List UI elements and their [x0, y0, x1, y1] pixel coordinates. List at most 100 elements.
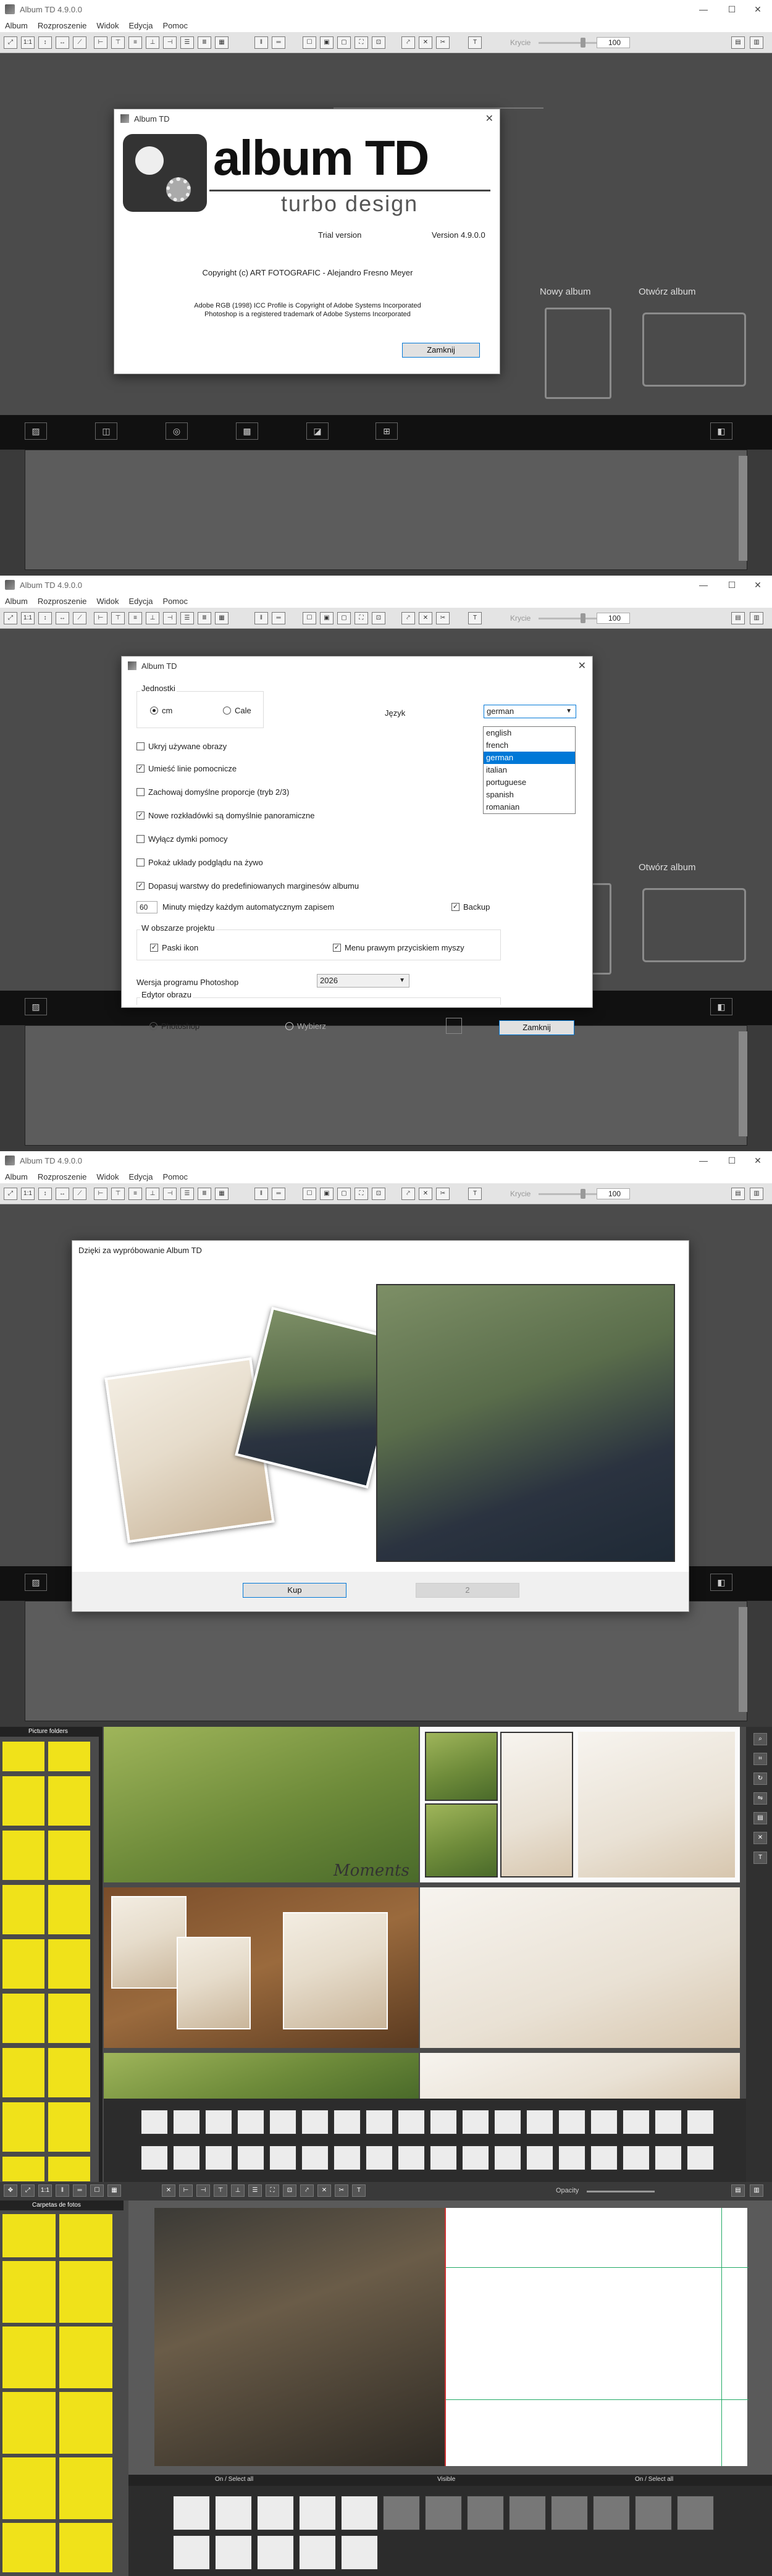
- main-photo[interactable]: [154, 2208, 445, 2466]
- menu-edit[interactable]: Edycja: [128, 21, 153, 30]
- frame-icon[interactable]: ☐: [303, 36, 316, 49]
- distribute-h-icon[interactable]: Ⅲ: [198, 1188, 211, 1200]
- template-tile[interactable]: [677, 2496, 714, 2530]
- fit-width-icon[interactable]: ↔: [56, 1188, 69, 1200]
- columns-icon[interactable]: ‖: [56, 2184, 69, 2197]
- moments-text[interactable]: Moments: [334, 1861, 409, 1880]
- new-album-label[interactable]: Nowy album: [540, 287, 591, 297]
- template-tile[interactable]: [173, 2496, 210, 2530]
- frame-inset-icon[interactable]: ▢: [337, 1188, 351, 1200]
- photoshop-version-select[interactable]: 2026 ▼: [317, 974, 409, 988]
- minimize-button[interactable]: —: [689, 576, 718, 594]
- menu-help[interactable]: Pomoc: [163, 1172, 188, 1181]
- tab-photos-icon[interactable]: ▨: [25, 422, 47, 440]
- text-tool-icon[interactable]: T: [753, 1852, 767, 1864]
- fit-icon[interactable]: ⤢: [21, 2184, 35, 2197]
- layout-tile[interactable]: [687, 2110, 714, 2134]
- frame-inset-icon[interactable]: ▢: [337, 612, 351, 624]
- template-tile[interactable]: [341, 2535, 378, 2570]
- cut-icon[interactable]: ✂: [436, 612, 450, 624]
- cut-icon[interactable]: ✂: [436, 1188, 450, 1200]
- layout-tile[interactable]: [526, 2110, 553, 2134]
- language-option-german[interactable]: german: [484, 752, 575, 764]
- minimize-button[interactable]: —: [689, 1151, 718, 1170]
- menu-scatter[interactable]: Rozproszenie: [38, 1172, 87, 1181]
- thumb[interactable]: [59, 2326, 112, 2388]
- left-page-label[interactable]: On / Select all: [215, 2476, 253, 2483]
- distribute-v-icon[interactable]: ☰: [180, 1188, 194, 1200]
- language-select[interactable]: german ▼: [484, 705, 576, 718]
- open-album-icon[interactable]: [642, 313, 746, 387]
- align-left-icon[interactable]: ⊢: [94, 36, 107, 49]
- text-icon[interactable]: T: [352, 2184, 366, 2197]
- layout-tile[interactable]: [301, 2146, 329, 2170]
- frame-double-icon[interactable]: ▣: [320, 612, 334, 624]
- layout-tile[interactable]: [301, 2110, 329, 2134]
- zoom-icon[interactable]: ⌕: [753, 1733, 767, 1745]
- thumb[interactable]: [59, 2523, 112, 2572]
- layout-tile[interactable]: [398, 2110, 425, 2134]
- tab-panel-toggle-icon[interactable]: ◧: [710, 422, 732, 440]
- open-album-label[interactable]: Otwórz album: [639, 862, 696, 873]
- minimize-button[interactable]: —: [689, 0, 718, 19]
- option-margins-box[interactable]: ✓: [136, 882, 145, 890]
- option-keep-ratio[interactable]: Zachowaj domyślne proporcje (tryb 2/3): [136, 787, 289, 797]
- arrows-tool-icon[interactable]: ⤢: [4, 1188, 17, 1200]
- spread-2-right[interactable]: [420, 1887, 740, 2048]
- template-tile[interactable]: [299, 2496, 336, 2530]
- template-tile[interactable]: [383, 2496, 420, 2530]
- opacity-slider-thumb[interactable]: [581, 38, 585, 48]
- thumb[interactable]: [48, 1742, 90, 1771]
- about-close-button[interactable]: Zamknij: [402, 343, 480, 358]
- option-tooltips[interactable]: Wyłącz dymki pomocy: [136, 834, 227, 844]
- rotate-icon[interactable]: ↻: [753, 1773, 767, 1785]
- layout-tile[interactable]: [366, 2110, 393, 2134]
- maximize-button[interactable]: ☐: [718, 576, 746, 594]
- spread-photo[interactable]: [425, 1732, 498, 1801]
- maximize-button[interactable]: ☐: [718, 0, 746, 19]
- delete-icon[interactable]: ✕: [753, 1832, 767, 1844]
- menu-album[interactable]: Album: [5, 1172, 28, 1181]
- layout-tile[interactable]: [173, 2146, 200, 2170]
- tab-masks-icon[interactable]: ◎: [166, 422, 188, 440]
- unit-inch-radio-dot[interactable]: [223, 707, 231, 715]
- spread-photo[interactable]: [425, 1803, 498, 1877]
- one-to-one-button[interactable]: 1:1: [21, 1188, 35, 1200]
- layout-tile[interactable]: [430, 2146, 457, 2170]
- unit-cm-radio-dot[interactable]: [150, 707, 158, 715]
- language-option-english[interactable]: english: [484, 727, 575, 739]
- spread-3-left[interactable]: [104, 2053, 419, 2099]
- strip-scrollbar[interactable]: [739, 456, 747, 561]
- option-keep-ratio-box[interactable]: [136, 788, 145, 796]
- rows-icon[interactable]: ═: [73, 2184, 86, 2197]
- align-top-icon[interactable]: ⊤: [111, 36, 125, 49]
- thumb[interactable]: [48, 1994, 90, 2043]
- thumb[interactable]: [2, 1776, 44, 1826]
- layout-tile[interactable]: [237, 2146, 264, 2170]
- option-tooltips-box[interactable]: [136, 835, 145, 843]
- strip-scrollbar[interactable]: [739, 1031, 747, 1136]
- layout-tile[interactable]: [655, 2110, 682, 2134]
- menu-view[interactable]: Widok: [96, 21, 119, 30]
- template-tile[interactable]: [467, 2496, 504, 2530]
- align-bottom-icon[interactable]: ⊥: [146, 1188, 159, 1200]
- close-button[interactable]: ✕: [744, 1151, 772, 1170]
- thumb[interactable]: [59, 2214, 112, 2257]
- distribute-v-icon[interactable]: ☰: [180, 36, 194, 49]
- layout-tile[interactable]: [558, 2110, 585, 2134]
- grid-icon[interactable]: ▦: [215, 36, 229, 49]
- move-icon[interactable]: ✥: [4, 2184, 17, 2197]
- align-left-icon[interactable]: ⊢: [94, 1188, 107, 1200]
- thumb[interactable]: [2, 1939, 44, 1989]
- thumb[interactable]: [2, 2261, 56, 2323]
- template-tile[interactable]: [257, 2496, 294, 2530]
- remove-icon[interactable]: ✕: [419, 612, 432, 624]
- menu-album[interactable]: Album: [5, 597, 28, 606]
- frame-inset-icon[interactable]: ▢: [337, 36, 351, 49]
- layout-tile[interactable]: [237, 2110, 264, 2134]
- align-bottom-icon[interactable]: ⊥: [146, 612, 159, 624]
- fit-height-icon[interactable]: ↕: [38, 612, 52, 624]
- move-out-icon[interactable]: ⤤: [401, 1188, 415, 1200]
- shrink-icon[interactable]: ⊡: [372, 612, 385, 624]
- thumb[interactable]: [2, 2157, 44, 2181]
